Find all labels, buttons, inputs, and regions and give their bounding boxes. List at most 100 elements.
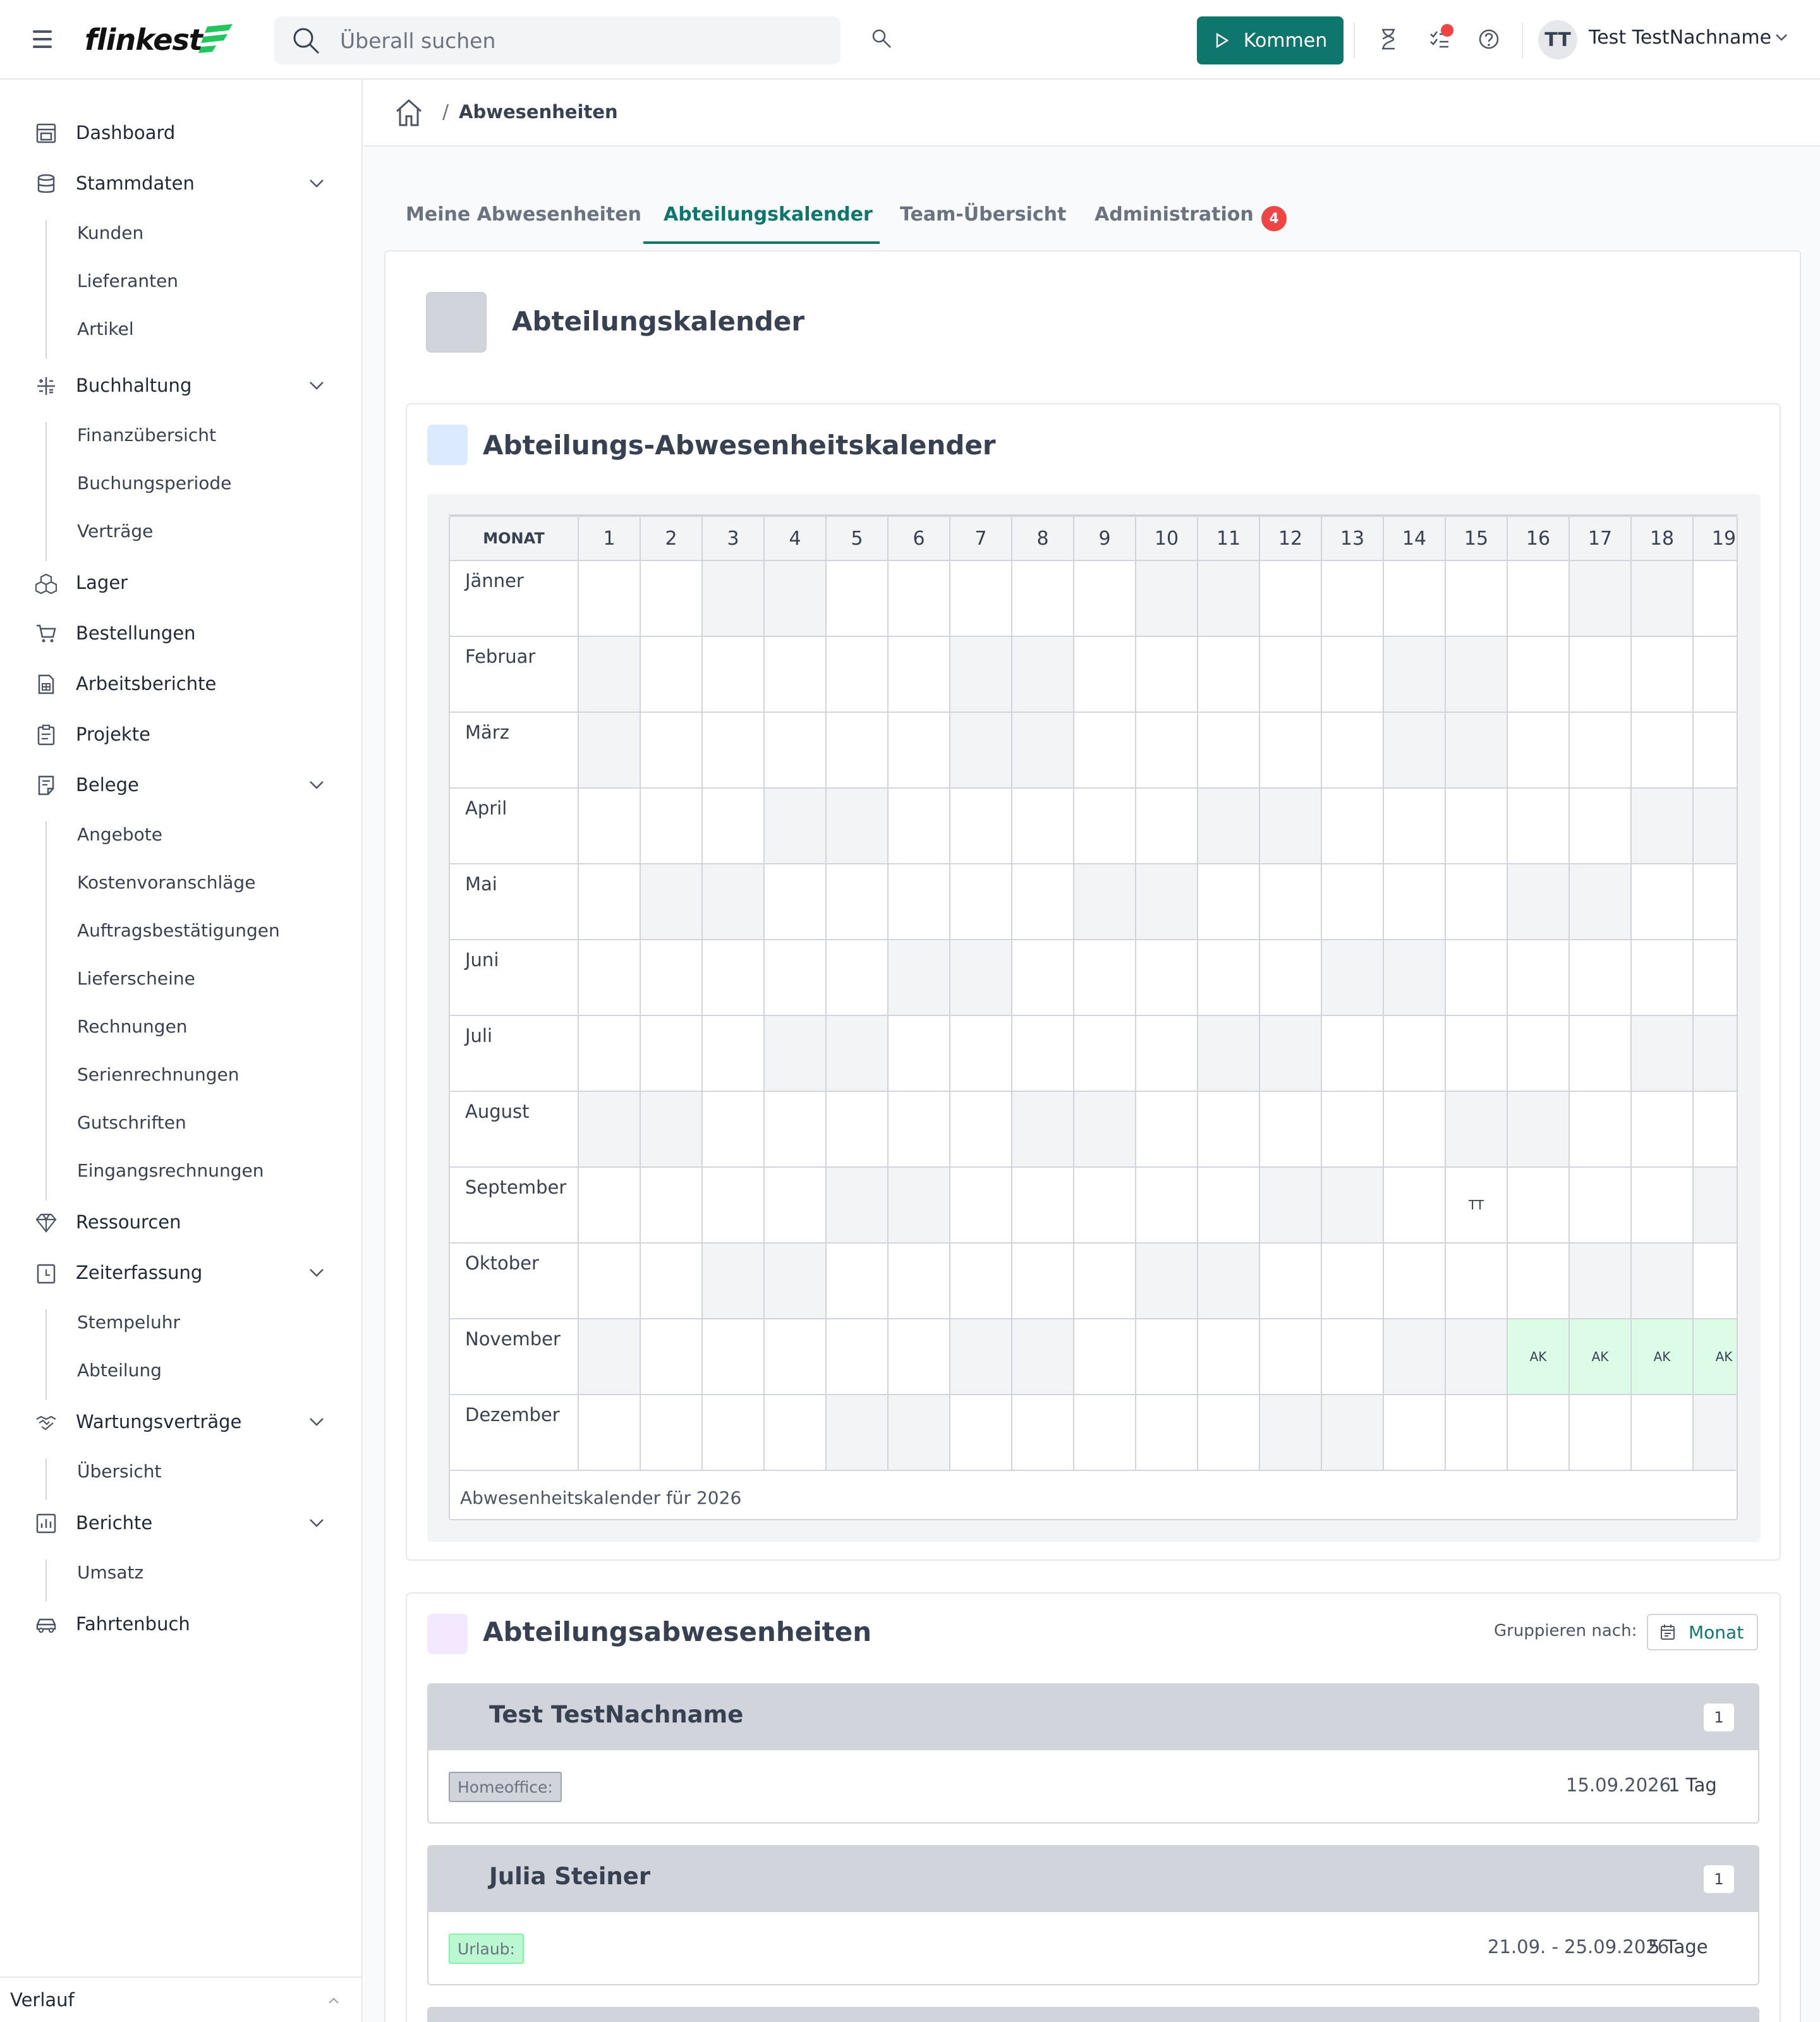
- calendar-day-cell[interactable]: [1198, 1016, 1260, 1092]
- calendar-day-cell[interactable]: [1260, 1016, 1322, 1092]
- calendar-day-cell[interactable]: [1322, 1395, 1384, 1471]
- calendar-day-cell[interactable]: [1322, 637, 1384, 713]
- kommen-button[interactable]: Kommen: [1197, 16, 1344, 64]
- chevron-down-icon[interactable]: [308, 1518, 325, 1528]
- calendar-day-cell[interactable]: [1322, 1016, 1384, 1092]
- calendar-day-cell[interactable]: [1508, 637, 1570, 713]
- calendar-day-cell[interactable]: [1198, 637, 1260, 713]
- calendar-day-cell[interactable]: [1074, 1395, 1136, 1471]
- calendar-day-cell[interactable]: [1198, 561, 1260, 637]
- calendar-day-cell[interactable]: [1136, 1168, 1198, 1244]
- chevron-down-icon[interactable]: [308, 380, 325, 390]
- chevron-down-icon[interactable]: [1774, 33, 1788, 42]
- calendar-day-cell[interactable]: [1136, 789, 1198, 864]
- calendar-day-cell[interactable]: [1694, 561, 1737, 637]
- sidebar-item-stammdaten[interactable]: Stammdaten: [0, 163, 361, 203]
- calendar-day-cell[interactable]: [1136, 1016, 1198, 1092]
- calendar-day-cell[interactable]: [1012, 940, 1074, 1016]
- sidebar-item-arbeitsberichte[interactable]: Arbeitsberichte: [0, 663, 361, 704]
- calendar-day-cell[interactable]: [1632, 1092, 1694, 1168]
- sidebar-item-projekte[interactable]: Projekte: [0, 714, 361, 754]
- calendar-day-cell[interactable]: [950, 713, 1012, 789]
- calendar-day-cell[interactable]: [1446, 713, 1508, 789]
- calendar-day-cell[interactable]: [703, 789, 765, 864]
- calendar-day-cell[interactable]: [827, 1319, 889, 1395]
- calendar-day-cell[interactable]: [1632, 789, 1694, 864]
- calendar-day-cell[interactable]: [1694, 1395, 1737, 1471]
- calendar-day-cell[interactable]: [1570, 1168, 1632, 1244]
- absence-row[interactable]: Urlaub: 21.09. - 25.09.2026 5 Tage: [428, 1911, 1758, 1984]
- calendar-day-cell[interactable]: [1322, 1092, 1384, 1168]
- hourglass-icon[interactable]: [1378, 28, 1399, 51]
- sidebar-item-angebote[interactable]: Angebote: [0, 816, 361, 854]
- calendar-day-cell[interactable]: [579, 864, 641, 940]
- logo[interactable]: flinkest: [83, 20, 241, 61]
- sidebar-item-auftragsbestaetigungen[interactable]: Auftragsbestätigungen: [0, 912, 361, 950]
- calendar-day-cell[interactable]: [1694, 1092, 1737, 1168]
- calendar-day-cell[interactable]: [1074, 713, 1136, 789]
- sidebar-item-lager[interactable]: Lager: [0, 562, 361, 603]
- absence-marker-cell[interactable]: AK: [1632, 1319, 1694, 1395]
- calendar-day-cell[interactable]: [765, 1092, 827, 1168]
- tab-abteilungskalender[interactable]: Abteilungskalender: [643, 191, 880, 244]
- calendar-day-cell[interactable]: [765, 864, 827, 940]
- calendar-day-cell[interactable]: [1384, 1319, 1446, 1395]
- calendar-day-cell[interactable]: [1012, 713, 1074, 789]
- calendar-day-cell[interactable]: [1446, 1244, 1508, 1319]
- sidebar-item-umsatz[interactable]: Umsatz: [0, 1554, 361, 1592]
- calendar-day-cell[interactable]: [579, 789, 641, 864]
- absence-marker-cell[interactable]: AK: [1694, 1319, 1737, 1395]
- sidebar-item-serienrechnungen[interactable]: Serienrechnungen: [0, 1056, 361, 1094]
- calendar-day-cell[interactable]: [641, 1092, 703, 1168]
- calendar-day-cell[interactable]: [950, 1092, 1012, 1168]
- sidebar-item-kunden[interactable]: Kunden: [0, 215, 361, 253]
- calendar-day-cell[interactable]: [1260, 1244, 1322, 1319]
- calendar-day-cell[interactable]: [641, 1395, 703, 1471]
- calendar-day-cell[interactable]: [579, 637, 641, 713]
- calendar-day-cell[interactable]: [1632, 864, 1694, 940]
- calendar-day-cell[interactable]: [1508, 713, 1570, 789]
- calendar-day-cell[interactable]: [703, 1168, 765, 1244]
- calendar-day-cell[interactable]: [765, 1168, 827, 1244]
- calendar-day-cell[interactable]: [1074, 1168, 1136, 1244]
- calendar-day-cell[interactable]: [765, 561, 827, 637]
- calendar-day-cell[interactable]: [1260, 789, 1322, 864]
- calendar-day-cell[interactable]: [1694, 637, 1737, 713]
- calendar-day-cell[interactable]: [1508, 864, 1570, 940]
- calendar-day-cell[interactable]: [1012, 637, 1074, 713]
- calendar-day-cell[interactable]: [1446, 1319, 1508, 1395]
- calendar-day-cell[interactable]: [889, 1395, 950, 1471]
- calendar-day-cell[interactable]: [1694, 789, 1737, 864]
- calendar-day-cell[interactable]: [1074, 864, 1136, 940]
- sidebar-item-lieferscheine[interactable]: Lieferscheine: [0, 960, 361, 998]
- calendar-day-cell[interactable]: [1508, 789, 1570, 864]
- calendar-day-cell[interactable]: [1260, 1168, 1322, 1244]
- calendar-day-cell[interactable]: [1260, 864, 1322, 940]
- calendar-day-cell[interactable]: [827, 561, 889, 637]
- sidebar-item-berichte[interactable]: Berichte: [0, 1503, 361, 1543]
- calendar-day-cell[interactable]: [703, 1319, 765, 1395]
- calendar-day-cell[interactable]: [1136, 637, 1198, 713]
- calendar-day-cell[interactable]: [1570, 1395, 1632, 1471]
- calendar-day-cell[interactable]: [1446, 561, 1508, 637]
- calendar-day-cell[interactable]: [889, 713, 950, 789]
- calendar-day-cell[interactable]: [641, 713, 703, 789]
- calendar-day-cell[interactable]: [1508, 1092, 1570, 1168]
- calendar-day-cell[interactable]: [1384, 1168, 1446, 1244]
- calendar-day-cell[interactable]: [1446, 1092, 1508, 1168]
- calendar-day-cell[interactable]: [641, 637, 703, 713]
- calendar-day-cell[interactable]: [1322, 713, 1384, 789]
- calendar-day-cell[interactable]: [579, 561, 641, 637]
- calendar-day-cell[interactable]: [579, 1092, 641, 1168]
- calendar-day-cell[interactable]: [1508, 1244, 1570, 1319]
- calendar-day-cell[interactable]: [950, 789, 1012, 864]
- calendar-day-cell[interactable]: [1074, 1092, 1136, 1168]
- calendar-day-cell[interactable]: [1384, 713, 1446, 789]
- calendar-day-cell[interactable]: [1508, 1016, 1570, 1092]
- calendar-day-cell[interactable]: [827, 940, 889, 1016]
- calendar-day-cell[interactable]: [1694, 940, 1737, 1016]
- sidebar-item-fahrtenbuch[interactable]: Fahrtenbuch: [0, 1604, 361, 1644]
- calendar-day-cell[interactable]: [1074, 637, 1136, 713]
- calendar-day-cell[interactable]: [1012, 789, 1074, 864]
- calendar-day-cell[interactable]: [579, 1319, 641, 1395]
